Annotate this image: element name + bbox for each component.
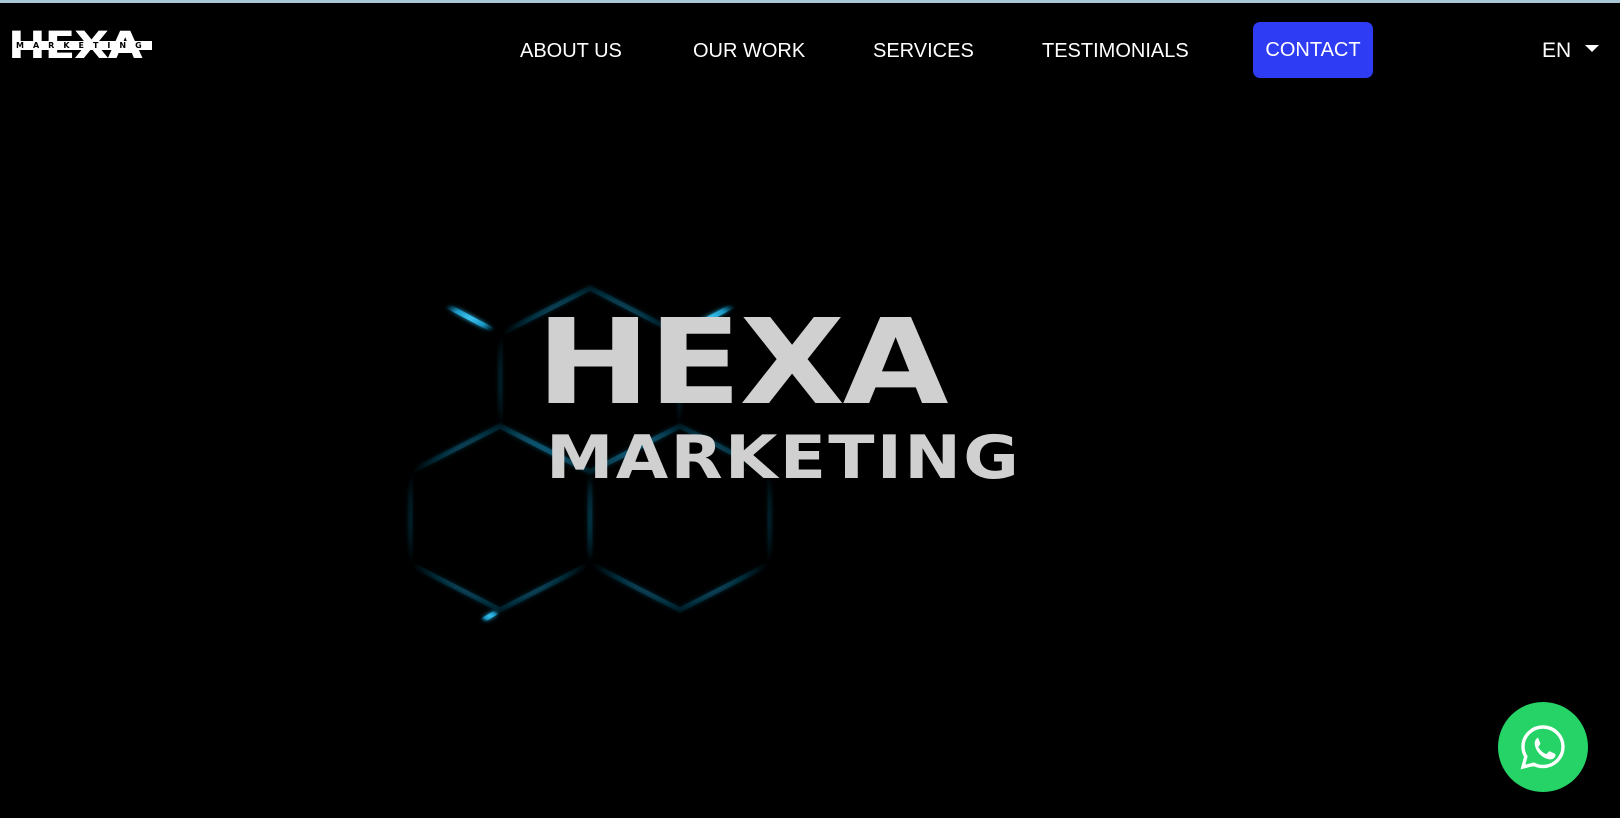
hero-subtitle: MARKETING	[546, 423, 1022, 493]
language-selector[interactable]: EN	[1542, 39, 1571, 63]
contact-button[interactable]: CONTACT	[1253, 22, 1373, 78]
whatsapp-icon	[1520, 725, 1565, 770]
logo[interactable]: HEXA MARKETING	[8, 27, 162, 65]
nav-our-work[interactable]: OUR WORK	[693, 39, 805, 63]
nav-testimonials[interactable]: TESTIMONIALS	[1042, 39, 1189, 63]
navbar: HEXA MARKETING ABOUT US OUR WORK SERVICE…	[0, 3, 1620, 93]
whatsapp-button[interactable]	[1498, 702, 1588, 792]
nav-services[interactable]: SERVICES	[873, 39, 974, 63]
logo-subtext: MARKETING	[15, 41, 152, 50]
caret-down-icon[interactable]	[1585, 45, 1599, 52]
nav-about-us[interactable]: ABOUT US	[520, 39, 622, 63]
hero-title: HEXA	[536, 293, 949, 431]
